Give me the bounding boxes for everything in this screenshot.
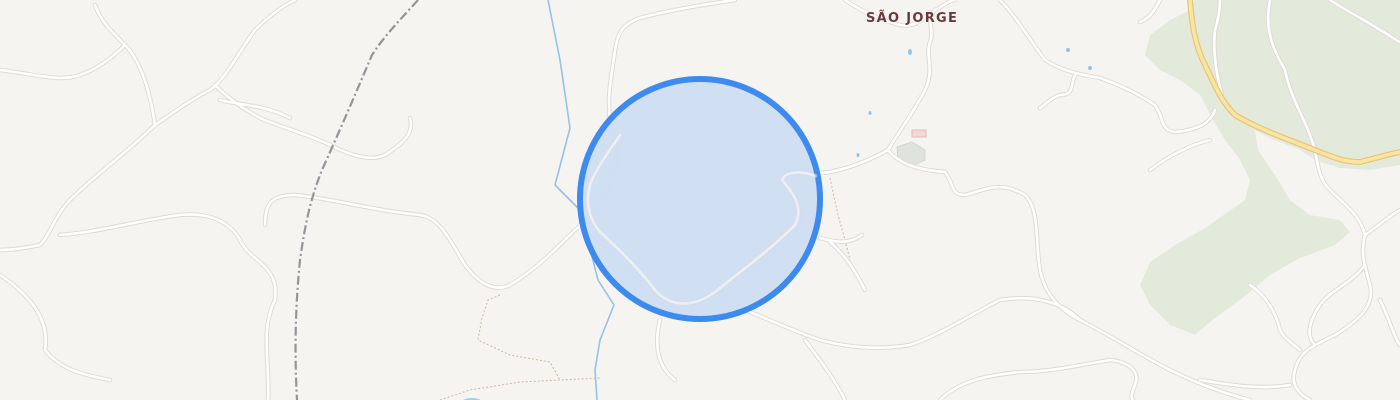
map-layers xyxy=(0,0,1400,400)
pond xyxy=(1088,66,1092,70)
pond xyxy=(1066,48,1070,52)
pond xyxy=(868,111,872,115)
pond xyxy=(856,153,860,157)
building-small xyxy=(911,129,927,138)
railway xyxy=(294,0,419,400)
forest-area xyxy=(1140,0,1400,335)
place-label-village: SÃO JORGE xyxy=(866,11,959,26)
pond xyxy=(908,49,912,55)
selected-area-circle[interactable] xyxy=(577,76,823,322)
map-canvas[interactable]: SÃO JORGE xyxy=(0,0,1400,400)
